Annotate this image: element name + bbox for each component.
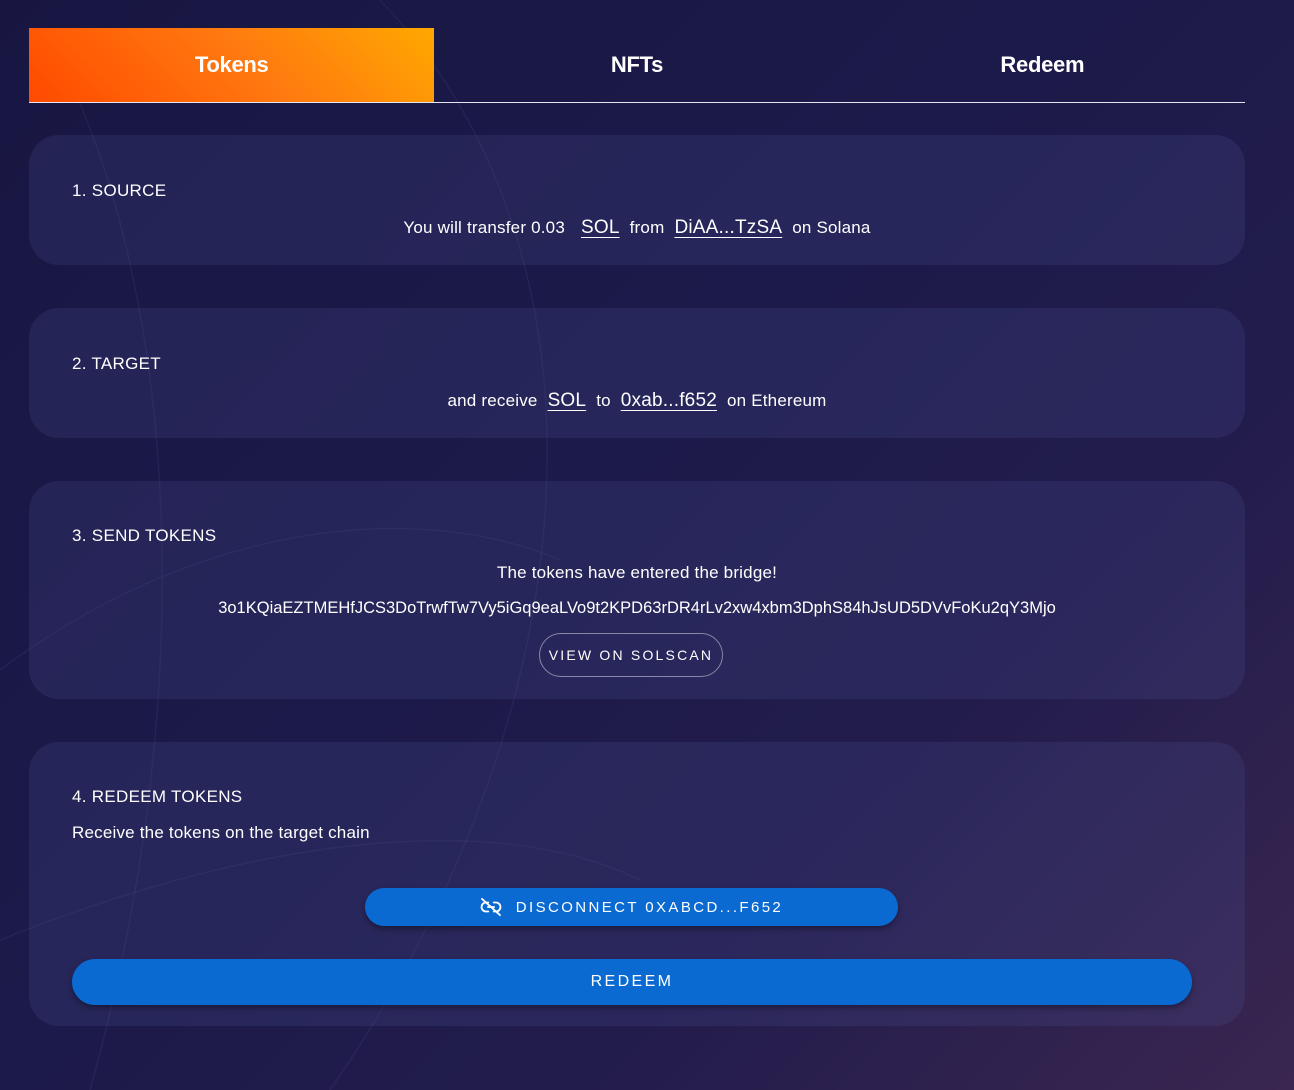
disconnect-wallet-button[interactable]: DISCONNECT 0XABCD...F652 bbox=[365, 888, 898, 926]
redeem-button[interactable]: REDEEM bbox=[72, 959, 1192, 1005]
tab-bar: Tokens NFTs Redeem bbox=[29, 28, 1245, 103]
tab-nfts[interactable]: NFTs bbox=[434, 28, 839, 102]
source-token-link[interactable]: SOL bbox=[581, 217, 620, 238]
target-address-link[interactable]: 0xab...f652 bbox=[621, 390, 717, 411]
tab-tokens[interactable]: Tokens bbox=[29, 28, 435, 102]
view-on-solscan-button[interactable]: VIEW ON SOLSCAN bbox=[539, 633, 723, 677]
source-from-text: from bbox=[629, 218, 665, 237]
source-chain-text: on Solana bbox=[792, 218, 871, 237]
target-summary: and receive SOL to 0xab...f652 on Ethereum bbox=[29, 390, 1245, 412]
tab-redeem[interactable]: Redeem bbox=[840, 28, 1245, 102]
disconnect-button-label: DISCONNECT 0XABCD...F652 bbox=[515, 898, 784, 916]
transaction-hash: 3o1KQiaEZTMEHfJCS3DoTrwfTw7Vy5iGq9eaLVo9… bbox=[218, 599, 1056, 617]
target-to-text: to bbox=[596, 391, 611, 410]
send-card: 3. SEND TOKENS The tokens have entered t… bbox=[29, 481, 1245, 699]
redeem-step-title: 4. REDEEM TOKENS bbox=[72, 787, 243, 806]
link-off-icon bbox=[480, 898, 502, 916]
source-address-link[interactable]: DiAA...TzSA bbox=[674, 217, 782, 238]
source-step-title: 1. SOURCE bbox=[72, 181, 167, 200]
source-card: 1. SOURCE You will transfer 0.03 SOL from D… bbox=[29, 135, 1245, 265]
source-summary: You will transfer 0.03 SOL from DiAA...TzSA… bbox=[29, 217, 1245, 239]
target-token-link[interactable]: SOL bbox=[548, 390, 587, 411]
redeem-card: 4. REDEEM TOKENS Receive the tokens on t… bbox=[29, 742, 1245, 1026]
target-receive-text: and receive bbox=[447, 391, 538, 410]
target-chain-text: on Ethereum bbox=[726, 391, 827, 410]
send-status: The tokens have entered the bridge! bbox=[496, 563, 778, 582]
target-step-title: 2. TARGET bbox=[72, 354, 161, 373]
redeem-description: Receive the tokens on the target chain bbox=[72, 823, 370, 842]
send-step-title: 3. SEND TOKENS bbox=[72, 526, 217, 545]
target-card: 2. TARGET and receive SOL to 0xab...f652 on … bbox=[29, 308, 1245, 438]
source-amount-text: You will transfer 0.03 bbox=[403, 218, 565, 237]
